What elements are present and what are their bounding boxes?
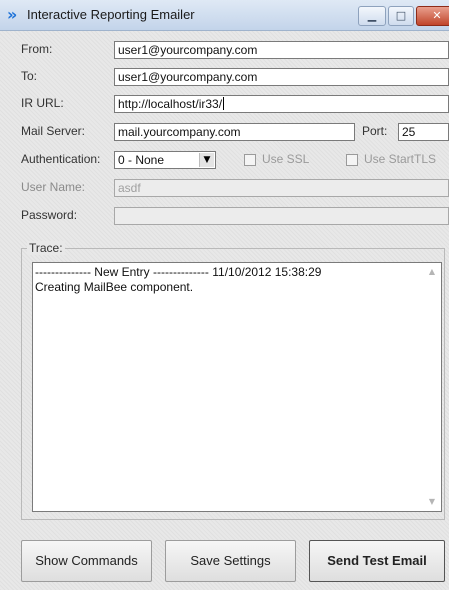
use-starttls-label: Use StartTLS: [364, 152, 437, 166]
use-ssl-label: Use SSL: [262, 152, 310, 166]
scroll-up-icon[interactable]: ▲: [425, 265, 439, 279]
username-label: User Name:: [21, 180, 86, 194]
emailer-window: » Interactive Reporting Emailer ▁ □ ✕ Fr…: [0, 0, 449, 590]
window-title: Interactive Reporting Emailer: [27, 7, 195, 22]
ir-url-label: IR URL:: [21, 96, 64, 110]
port-label: Port:: [362, 124, 388, 138]
mail-server-field[interactable]: [114, 123, 355, 141]
trace-log[interactable]: -------------- New Entry -------------- …: [32, 262, 442, 512]
scroll-down-icon[interactable]: ▼: [425, 495, 439, 509]
password-field[interactable]: [114, 207, 449, 225]
authentication-value: 0 - None: [118, 153, 165, 167]
authentication-select[interactable]: 0 - None ▼: [114, 151, 216, 169]
password-label: Password:: [21, 208, 78, 222]
mail-server-label: Mail Server:: [21, 124, 86, 138]
title-bar[interactable]: » Interactive Reporting Emailer ▁ □ ✕: [0, 0, 449, 31]
send-test-email-button[interactable]: Send Test Email: [309, 540, 445, 582]
ir-url-field[interactable]: http://localhost/ir33/: [114, 95, 449, 113]
close-button[interactable]: ✕: [416, 6, 449, 26]
trace-legend: Trace:: [27, 241, 65, 255]
maximize-icon: □: [395, 9, 407, 22]
text-cursor: [223, 97, 225, 110]
from-field[interactable]: [114, 41, 449, 59]
to-label: To:: [21, 69, 38, 83]
use-starttls-checkbox[interactable]: [346, 154, 358, 166]
minimize-icon: ▁: [367, 9, 377, 22]
to-field[interactable]: [114, 68, 449, 86]
save-settings-button[interactable]: Save Settings: [165, 540, 296, 582]
from-label: From:: [21, 42, 53, 56]
minimize-button[interactable]: ▁: [358, 6, 386, 26]
username-field[interactable]: [114, 179, 449, 197]
show-commands-button[interactable]: Show Commands: [21, 540, 152, 582]
authentication-label: Authentication:: [21, 152, 101, 166]
close-icon: ✕: [432, 9, 442, 22]
trace-line: -------------- New Entry -------------- …: [35, 265, 322, 279]
chevron-down-icon[interactable]: ▼: [199, 153, 214, 167]
use-ssl-checkbox[interactable]: [244, 154, 256, 166]
port-field[interactable]: [398, 123, 449, 141]
double-chevron-right-icon: »: [7, 5, 18, 24]
ir-url-value: http://localhost/ir33/: [118, 97, 223, 111]
trace-line: Creating MailBee component.: [35, 280, 194, 294]
maximize-button[interactable]: □: [388, 6, 414, 26]
